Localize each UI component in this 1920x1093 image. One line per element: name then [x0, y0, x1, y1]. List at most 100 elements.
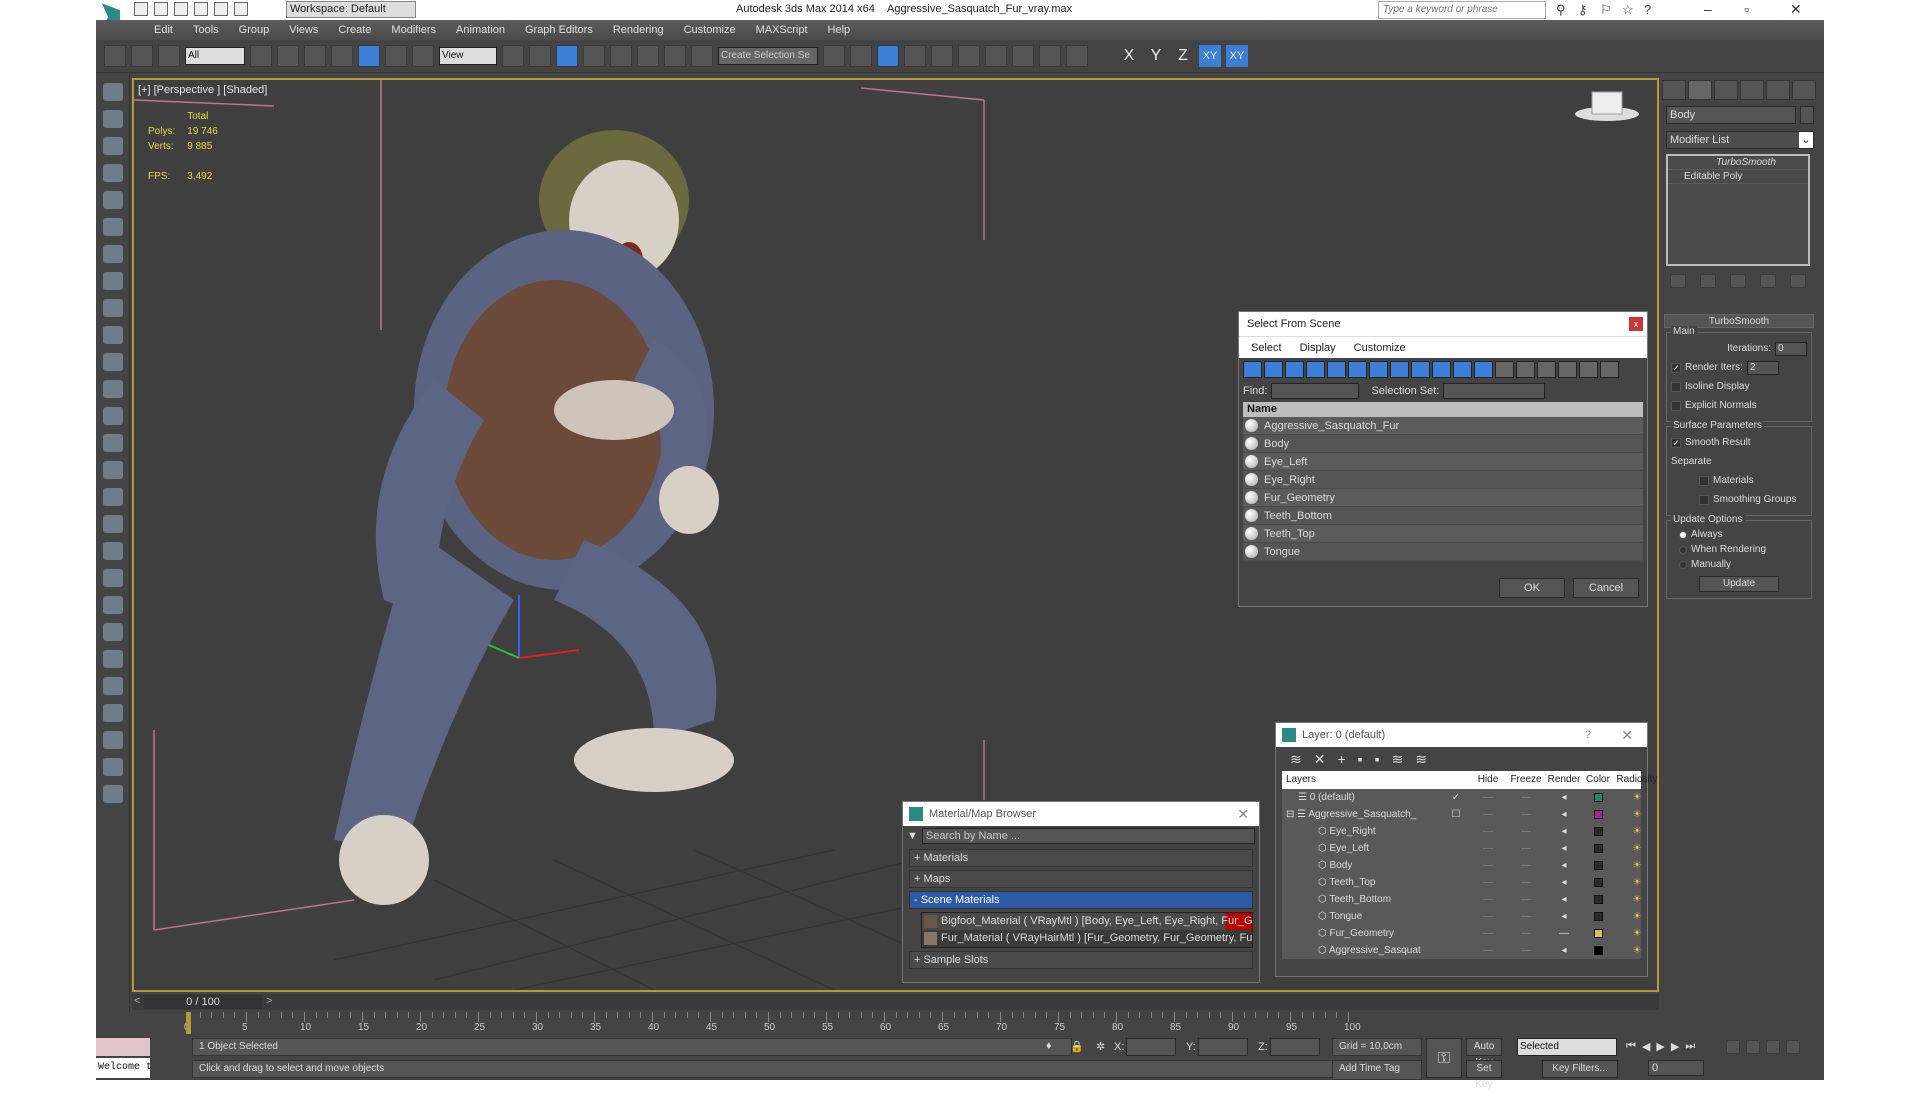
- axis-xy-cycle-button[interactable]: XY: [1226, 45, 1248, 67]
- sphere-icon[interactable]: [102, 326, 123, 344]
- angle-snap-icon[interactable]: [610, 45, 632, 67]
- filter-options-icon[interactable]: [1579, 361, 1598, 378]
- prev-frame-icon[interactable]: <: [134, 995, 140, 1007]
- materials-section[interactable]: + Materials: [909, 849, 1253, 867]
- display-tab-icon[interactable]: [1766, 80, 1790, 100]
- viewport-label[interactable]: [+] [Perspective ] [Shaded]: [138, 84, 267, 96]
- name-column-header[interactable]: Name: [1243, 402, 1643, 417]
- minimize-button[interactable]: –: [1704, 1, 1712, 17]
- binoculars-icon[interactable]: ⚲: [1556, 3, 1570, 17]
- link-icon[interactable]: [104, 45, 126, 67]
- next-frame-icon[interactable]: >: [266, 995, 272, 1007]
- selection-filter-dropdown[interactable]: All: [185, 47, 245, 65]
- zoom-extents-all-icon[interactable]: [1786, 1040, 1800, 1054]
- stack-item-turbosmooth[interactable]: TurboSmooth: [1668, 156, 1808, 170]
- browser-options-icon[interactable]: ▼: [907, 830, 918, 842]
- current-layer-indicator[interactable]: [1442, 891, 1470, 908]
- plant-icon[interactable]: [102, 596, 123, 614]
- current-layer-indicator[interactable]: [1442, 925, 1470, 942]
- menu-create[interactable]: Create: [328, 20, 381, 40]
- freeze-toggle[interactable]: —: [1506, 891, 1546, 908]
- help-button[interactable]: ?: [1585, 723, 1591, 747]
- current-layer-indicator[interactable]: [1442, 857, 1470, 874]
- materials-checkbox[interactable]: [1699, 475, 1709, 486]
- close-icon[interactable]: ✕: [1237, 802, 1249, 826]
- help-search-input[interactable]: Type a keyword or phrase: [1378, 1, 1546, 19]
- freeze-toggle[interactable]: —: [1506, 925, 1546, 942]
- freeze-toggle[interactable]: —: [1506, 789, 1546, 806]
- select-none-icon[interactable]: [1516, 361, 1535, 378]
- menu-select[interactable]: Select: [1251, 337, 1282, 358]
- columns-icon[interactable]: [1600, 361, 1619, 378]
- current-frame-field[interactable]: 0: [1648, 1060, 1704, 1076]
- layer-color-swatch[interactable]: [1593, 861, 1603, 870]
- menu-help[interactable]: Help: [818, 20, 861, 40]
- isoline-display-checkbox[interactable]: [1671, 381, 1681, 392]
- radiosity-icon[interactable]: ☀: [1614, 942, 1660, 959]
- menu-tools[interactable]: Tools: [183, 20, 229, 40]
- radiosity-icon[interactable]: ☀: [1614, 789, 1660, 806]
- scene-materials-section[interactable]: - Scene Materials: [909, 891, 1253, 909]
- select-object-icon[interactable]: [250, 45, 272, 67]
- when-rendering-radio[interactable]: [1679, 545, 1687, 554]
- menu-display[interactable]: Display: [1300, 337, 1336, 358]
- redo-icon[interactable]: [214, 2, 228, 16]
- select-all-icon[interactable]: [1495, 361, 1514, 378]
- object-list-item[interactable]: Teeth_Bottom: [1243, 507, 1643, 525]
- menu-graph-editors[interactable]: Graph Editors: [515, 20, 603, 40]
- object-list-item[interactable]: Eye_Left: [1243, 453, 1643, 471]
- play-icon[interactable]: ▶: [1656, 1040, 1664, 1053]
- rendered-frame-window-icon[interactable]: [1039, 45, 1061, 67]
- layer-color-swatch[interactable]: [1593, 844, 1603, 853]
- radiosity-icon[interactable]: ☀: [1614, 857, 1660, 874]
- plane-icon[interactable]: [102, 299, 123, 317]
- layer-manager-icon[interactable]: [877, 45, 899, 67]
- set-key-button[interactable]: Set Key: [1466, 1060, 1502, 1090]
- current-layer-indicator[interactable]: ☐: [1442, 806, 1470, 823]
- go-to-end-icon[interactable]: ⏭: [1685, 1040, 1695, 1053]
- xrefs-filter-icon[interactable]: [1390, 361, 1409, 378]
- spinner-snap-icon[interactable]: [664, 45, 686, 67]
- zoom-all-icon[interactable]: [1746, 1040, 1760, 1054]
- material-item-bigfoot[interactable]: Bigfoot_Material ( VRayMtl ) [Body, Eye_…: [922, 913, 1252, 930]
- menu-maxscript[interactable]: MAXScript: [746, 20, 818, 40]
- axis-x-button[interactable]: X: [1118, 47, 1140, 65]
- frozen-filter-icon[interactable]: [1453, 361, 1472, 378]
- sample-slots-section[interactable]: + Sample Slots: [909, 951, 1253, 969]
- column-header[interactable]: Render: [1546, 771, 1582, 789]
- manually-radio[interactable]: [1679, 560, 1687, 569]
- percent-snap-icon[interactable]: [637, 45, 659, 67]
- make-unique-icon[interactable]: [1730, 274, 1746, 288]
- layer-color-swatch[interactable]: [1593, 810, 1603, 819]
- layer-row[interactable]: ⬡ Teeth_Top — — ◂ ☀: [1282, 874, 1641, 891]
- bones-filter-icon[interactable]: [1411, 361, 1430, 378]
- render-setup-icon[interactable]: [1012, 45, 1034, 67]
- render-iters-spinner[interactable]: 2: [1746, 360, 1779, 375]
- set-key-mode-key-icon[interactable]: ⚿: [1426, 1038, 1462, 1078]
- fur-icon[interactable]: [102, 650, 123, 668]
- help-icon[interactable]: [102, 785, 123, 803]
- current-layer-indicator[interactable]: [1442, 942, 1470, 959]
- graphite-icon[interactable]: [102, 164, 123, 182]
- hair-icon[interactable]: [102, 623, 123, 641]
- torus-icon[interactable]: [102, 461, 123, 479]
- current-layer-indicator[interactable]: ✓: [1442, 789, 1470, 806]
- lock-selection-icon[interactable]: 🔒: [1070, 1040, 1084, 1053]
- hide-toggle[interactable]: —: [1470, 840, 1506, 857]
- reference-coordinate-dropdown[interactable]: View: [439, 47, 497, 65]
- current-frame-marker[interactable]: [186, 1012, 191, 1034]
- layer-row[interactable]: ⬡ Teeth_Bottom — — ◂ ☀: [1282, 891, 1641, 908]
- layer-color-swatch[interactable]: [1593, 912, 1603, 921]
- cameras-filter-icon[interactable]: [1306, 361, 1325, 378]
- create-new-layer-icon[interactable]: ≋: [1290, 751, 1302, 767]
- hide-toggle[interactable]: —: [1470, 874, 1506, 891]
- freeze-toggle[interactable]: —: [1506, 874, 1546, 891]
- menu-customize[interactable]: Customize: [1354, 337, 1406, 358]
- hide-unhide-all-icon[interactable]: ≋: [1392, 751, 1404, 767]
- unlink-icon[interactable]: [131, 45, 153, 67]
- layer-row[interactable]: ⬡ Fur_Geometry — — — ☀: [1282, 925, 1641, 942]
- previous-frame-icon[interactable]: ◀: [1642, 1040, 1650, 1053]
- geometry-filter-icon[interactable]: [1243, 361, 1262, 378]
- find-input[interactable]: [1271, 383, 1360, 399]
- axis-z-button[interactable]: Z: [1172, 47, 1194, 65]
